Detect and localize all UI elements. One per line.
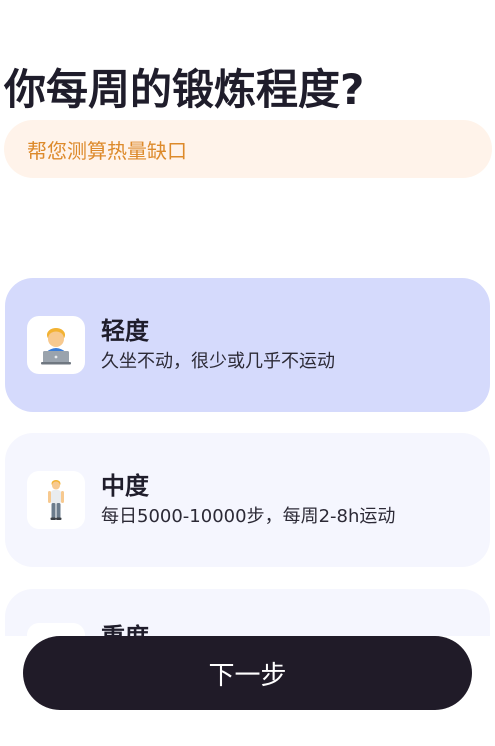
option-heavy-icon [27, 623, 85, 636]
option-light-title: 轻度 [101, 317, 149, 345]
option-moderate-description: 每日5000-10000步，每周2-8h运动 [101, 506, 396, 527]
option-light-description: 久坐不动，很少或几乎不运动 [101, 351, 335, 372]
option-heavy-title: 重度 [101, 621, 149, 636]
next-step-button[interactable]: 下一步 [23, 636, 472, 710]
page-title: 你每周的锻炼程度? [4, 65, 365, 114]
option-moderate[interactable]: 中度 每日5000-10000步，每周2-8h运动 [5, 433, 490, 567]
subtitle-text: 帮您测算热量缺口 [27, 138, 187, 163]
person-standing-icon [27, 471, 85, 529]
person-at-laptop-icon [27, 316, 85, 374]
exercise-level-options: 轻度 久坐不动，很少或几乎不运动 中度 每日5000-10000步，每周2-8h… [5, 278, 490, 636]
option-moderate-title: 中度 [101, 472, 149, 500]
subtitle-banner: 帮您测算热量缺口 [4, 120, 492, 178]
option-light[interactable]: 轻度 久坐不动，很少或几乎不运动 [5, 278, 490, 412]
option-heavy[interactable]: 重度 [5, 589, 490, 636]
